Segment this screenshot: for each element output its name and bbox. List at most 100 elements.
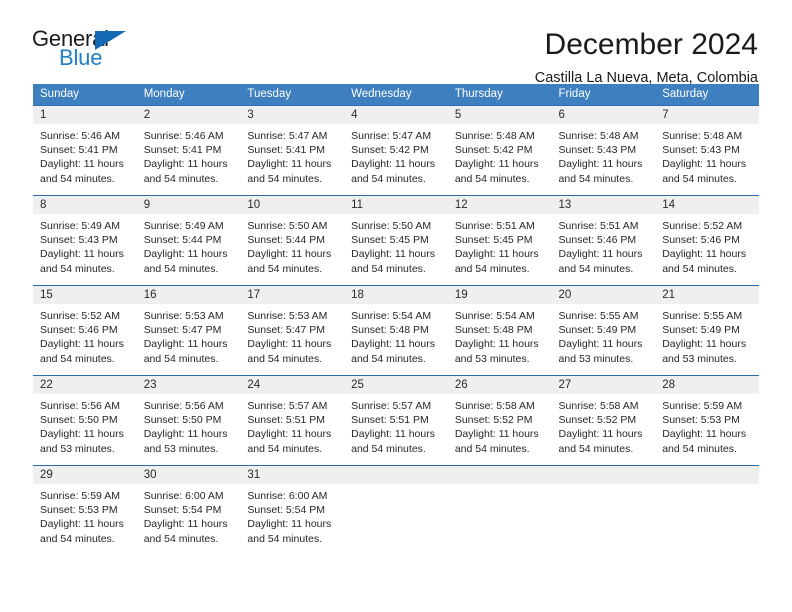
day-cell[interactable]: 2 Sunrise: 5:46 AM Sunset: 5:41 PM Dayli… xyxy=(136,105,241,196)
day-cell[interactable]: 27 Sunrise: 5:58 AM Sunset: 5:52 PM Dayl… xyxy=(551,375,656,466)
day-number: 16 xyxy=(136,286,241,304)
day-cell[interactable]: 31 Sunrise: 6:00 AM Sunset: 5:54 PM Dayl… xyxy=(240,465,345,556)
day-number: 12 xyxy=(447,196,552,214)
sunset-text: Sunset: 5:43 PM xyxy=(40,234,118,247)
daylight-text-line1: Daylight: 11 hours xyxy=(40,338,124,351)
day-cell[interactable]: 19 Sunrise: 5:54 AM Sunset: 5:48 PM Dayl… xyxy=(447,285,552,376)
day-cell[interactable]: 14 Sunrise: 5:52 AM Sunset: 5:46 PM Dayl… xyxy=(655,195,759,286)
title-block: December 2024 Castilla La Nueva, Meta, C… xyxy=(142,28,758,88)
day-cell[interactable]: 3 Sunrise: 5:47 AM Sunset: 5:41 PM Dayli… xyxy=(240,105,345,196)
day-details: Sunrise: 5:51 AM Sunset: 5:45 PM Dayligh… xyxy=(448,214,552,276)
day-number: 23 xyxy=(136,376,241,394)
day-cell-empty xyxy=(655,465,759,556)
day-cell[interactable]: 21 Sunrise: 5:55 AM Sunset: 5:49 PM Dayl… xyxy=(655,285,759,376)
daylight-text-line2: and 54 minutes. xyxy=(558,262,634,275)
day-number xyxy=(655,466,759,484)
day-cell[interactable]: 29 Sunrise: 5:59 AM Sunset: 5:53 PM Dayl… xyxy=(33,465,137,556)
day-cell[interactable]: 9 Sunrise: 5:49 AM Sunset: 5:44 PM Dayli… xyxy=(136,195,241,286)
day-cell[interactable]: 10 Sunrise: 5:50 AM Sunset: 5:44 PM Dayl… xyxy=(240,195,345,286)
day-cell[interactable]: 23 Sunrise: 5:56 AM Sunset: 5:50 PM Dayl… xyxy=(136,375,241,466)
sunrise-text: Sunrise: 5:51 AM xyxy=(454,220,535,232)
daylight-text-line2: and 53 minutes. xyxy=(662,352,737,365)
sunrise-text: Sunrise: 5:56 AM xyxy=(143,400,224,412)
daylight-text-line1: Daylight: 11 hours xyxy=(558,338,643,351)
day-number: 30 xyxy=(136,466,241,484)
daylight-text-line1: Daylight: 11 hours xyxy=(454,158,539,171)
sunset-text: Sunset: 5:49 PM xyxy=(558,324,637,337)
sunset-text: Sunset: 5:51 PM xyxy=(247,414,326,427)
daylight-text-line1: Daylight: 11 hours xyxy=(143,338,228,351)
calendar-week-row: 22 Sunrise: 5:56 AM Sunset: 5:50 PM Dayl… xyxy=(33,375,759,466)
day-details: Sunrise: 5:58 AM Sunset: 5:52 PM Dayligh… xyxy=(448,394,552,456)
sunrise-text: Sunrise: 5:48 AM xyxy=(558,130,639,142)
day-cell[interactable]: 1 Sunrise: 5:46 AM Sunset: 5:41 PM Dayli… xyxy=(33,105,137,196)
day-details: Sunrise: 6:00 AM Sunset: 5:54 PM Dayligh… xyxy=(137,484,241,546)
day-cell[interactable]: 30 Sunrise: 6:00 AM Sunset: 5:54 PM Dayl… xyxy=(136,465,241,556)
daylight-text-line1: Daylight: 11 hours xyxy=(143,248,228,261)
day-cell[interactable]: 8 Sunrise: 5:49 AM Sunset: 5:43 PM Dayli… xyxy=(33,195,137,286)
sunrise-text: Sunrise: 5:48 AM xyxy=(454,130,535,142)
daylight-text-line2: and 54 minutes. xyxy=(143,352,219,365)
day-number: 27 xyxy=(551,376,656,394)
day-number: 24 xyxy=(240,376,345,394)
page-header: General Blue December 2024 Castilla La N… xyxy=(0,0,792,87)
sunset-text: Sunset: 5:41 PM xyxy=(247,144,326,157)
day-cell[interactable]: 15 Sunrise: 5:52 AM Sunset: 5:46 PM Dayl… xyxy=(33,285,137,376)
day-cell[interactable]: 6 Sunrise: 5:48 AM Sunset: 5:43 PM Dayli… xyxy=(551,105,656,196)
day-number: 21 xyxy=(655,286,759,304)
sunset-text: Sunset: 5:47 PM xyxy=(247,324,326,337)
day-number: 15 xyxy=(33,286,137,304)
sunset-text: Sunset: 5:53 PM xyxy=(40,504,118,517)
day-cell[interactable]: 18 Sunrise: 5:54 AM Sunset: 5:48 PM Dayl… xyxy=(344,285,448,376)
sunrise-text: Sunrise: 6:00 AM xyxy=(143,490,224,502)
sunset-text: Sunset: 5:54 PM xyxy=(143,504,222,517)
sunrise-text: Sunrise: 6:00 AM xyxy=(247,490,328,502)
day-details: Sunrise: 5:50 AM Sunset: 5:45 PM Dayligh… xyxy=(344,214,448,276)
day-cell[interactable]: 4 Sunrise: 5:47 AM Sunset: 5:42 PM Dayli… xyxy=(344,105,448,196)
day-cell[interactable]: 11 Sunrise: 5:50 AM Sunset: 5:45 PM Dayl… xyxy=(344,195,448,286)
day-cell[interactable]: 5 Sunrise: 5:48 AM Sunset: 5:42 PM Dayli… xyxy=(447,105,552,196)
day-details: Sunrise: 5:53 AM Sunset: 5:47 PM Dayligh… xyxy=(240,304,344,366)
daylight-text-line1: Daylight: 11 hours xyxy=(662,248,747,261)
daylight-text-line2: and 54 minutes. xyxy=(247,532,323,545)
calendar-week-row: 1 Sunrise: 5:46 AM Sunset: 5:41 PM Dayli… xyxy=(33,105,759,196)
sunset-text: Sunset: 5:46 PM xyxy=(558,234,637,247)
day-cell-empty xyxy=(344,465,448,556)
sunset-text: Sunset: 5:45 PM xyxy=(351,234,429,247)
daylight-text-line2: and 54 minutes. xyxy=(558,442,634,455)
day-details: Sunrise: 5:46 AM Sunset: 5:41 PM Dayligh… xyxy=(137,124,241,186)
sunrise-text: Sunrise: 5:52 AM xyxy=(662,220,743,232)
daylight-text-line1: Daylight: 11 hours xyxy=(247,158,332,171)
day-cell[interactable]: 22 Sunrise: 5:56 AM Sunset: 5:50 PM Dayl… xyxy=(33,375,137,466)
day-cell[interactable]: 13 Sunrise: 5:51 AM Sunset: 5:46 PM Dayl… xyxy=(551,195,656,286)
day-number: 6 xyxy=(551,106,656,124)
daylight-text-line2: and 54 minutes. xyxy=(454,172,530,185)
day-number: 26 xyxy=(447,376,552,394)
sunset-text: Sunset: 5:54 PM xyxy=(247,504,326,517)
day-number: 2 xyxy=(136,106,241,124)
daylight-text-line2: and 54 minutes. xyxy=(40,172,115,185)
day-details: Sunrise: 5:56 AM Sunset: 5:50 PM Dayligh… xyxy=(33,394,137,456)
sunset-text: Sunset: 5:50 PM xyxy=(40,414,118,427)
daylight-text-line1: Daylight: 11 hours xyxy=(40,518,124,531)
day-cell[interactable]: 25 Sunrise: 5:57 AM Sunset: 5:51 PM Dayl… xyxy=(344,375,448,466)
sunrise-text: Sunrise: 5:58 AM xyxy=(558,400,639,412)
sunset-text: Sunset: 5:50 PM xyxy=(143,414,222,427)
day-cell[interactable]: 20 Sunrise: 5:55 AM Sunset: 5:49 PM Dayl… xyxy=(551,285,656,376)
day-cell[interactable]: 16 Sunrise: 5:53 AM Sunset: 5:47 PM Dayl… xyxy=(136,285,241,376)
day-details: Sunrise: 5:48 AM Sunset: 5:42 PM Dayligh… xyxy=(448,124,552,186)
daylight-text-line1: Daylight: 11 hours xyxy=(143,518,228,531)
day-number xyxy=(344,466,448,484)
day-cell[interactable]: 24 Sunrise: 5:57 AM Sunset: 5:51 PM Dayl… xyxy=(240,375,345,466)
sunrise-text: Sunrise: 5:55 AM xyxy=(558,310,639,322)
day-details: Sunrise: 5:53 AM Sunset: 5:47 PM Dayligh… xyxy=(137,304,241,366)
day-cell[interactable]: 17 Sunrise: 5:53 AM Sunset: 5:47 PM Dayl… xyxy=(240,285,345,376)
calendar-week-row: 15 Sunrise: 5:52 AM Sunset: 5:46 PM Dayl… xyxy=(33,285,759,376)
day-details: Sunrise: 5:47 AM Sunset: 5:41 PM Dayligh… xyxy=(240,124,344,186)
day-cell[interactable]: 7 Sunrise: 5:48 AM Sunset: 5:43 PM Dayli… xyxy=(655,105,759,196)
day-cell[interactable]: 12 Sunrise: 5:51 AM Sunset: 5:45 PM Dayl… xyxy=(447,195,552,286)
daylight-text-line1: Daylight: 11 hours xyxy=(662,428,747,441)
day-number: 11 xyxy=(344,196,448,214)
day-cell[interactable]: 28 Sunrise: 5:59 AM Sunset: 5:53 PM Dayl… xyxy=(655,375,759,466)
day-cell[interactable]: 26 Sunrise: 5:58 AM Sunset: 5:52 PM Dayl… xyxy=(447,375,552,466)
